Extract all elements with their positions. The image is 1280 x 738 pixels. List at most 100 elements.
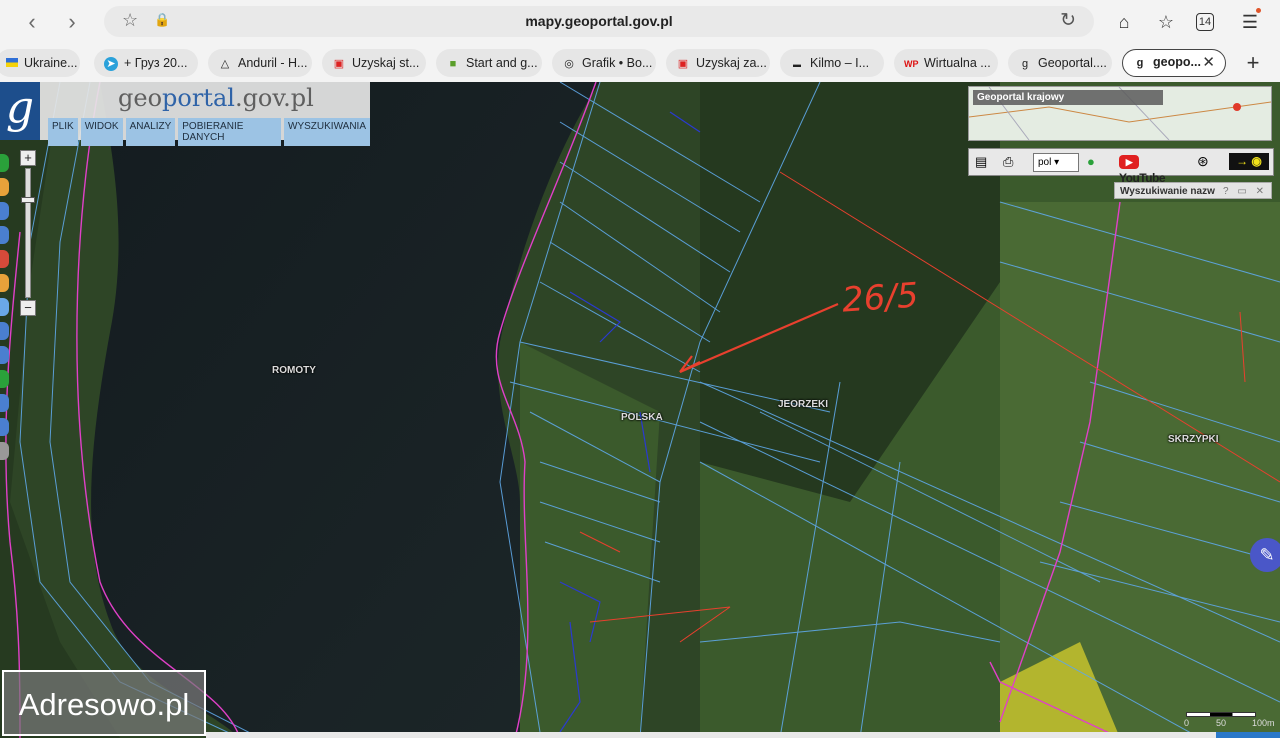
language-select[interactable]: pol ▾ — [1033, 153, 1079, 172]
move-tool-icon[interactable] — [0, 418, 9, 436]
tab-label: Ukraine... — [24, 56, 78, 70]
menu-plik[interactable]: PLIK — [48, 118, 78, 146]
menu-icon[interactable]: ☰ — [1238, 10, 1262, 34]
hand-tool-icon[interactable] — [0, 178, 9, 196]
high-contrast-button[interactable]: → ◉ — [1229, 153, 1269, 170]
anduril-icon: △ — [220, 58, 230, 70]
overview-map-label: Geoportal krajowy — [973, 90, 1163, 105]
url-text: mapy.geoportal.gov.pl — [525, 13, 673, 29]
tab-label: Uzyskaj za... — [696, 56, 767, 70]
scale-bar-graphic — [1186, 712, 1256, 717]
scale-label: 0 — [1184, 718, 1190, 728]
tab-9[interactable]: WP Wirtualna ... — [894, 49, 998, 77]
tab-4[interactable]: ▣ Uzyskaj st... — [322, 49, 426, 77]
marker-tool-icon[interactable] — [0, 250, 9, 268]
tab-label: Kilmo – I... — [810, 56, 870, 70]
tab-7[interactable]: ▣ Uzyskaj za... — [666, 49, 770, 77]
left-toolbar — [0, 154, 9, 466]
tab-2[interactable]: ➤ + Груз 20... — [94, 49, 198, 77]
forward-icon[interactable]: › — [58, 8, 86, 36]
arrow-tool-icon[interactable] — [0, 394, 9, 412]
tab-label: Wirtualna ... — [924, 56, 991, 70]
aerial-map-image — [0, 82, 1280, 738]
map-view[interactable]: g geoportal.gov.pl PLIK WIDOK ANALIZY PO… — [0, 82, 1280, 738]
zoom-slider-thumb[interactable] — [21, 197, 35, 203]
settings-tool-icon[interactable] — [0, 442, 9, 460]
tab-label: geopo... — [1153, 55, 1201, 69]
print-icon[interactable]: ⎙ — [1003, 153, 1021, 170]
legend-icon[interactable]: ▤ — [975, 153, 991, 170]
kilmo-icon: ▬ — [793, 60, 801, 69]
close-tab-icon[interactable]: ✕ — [1202, 50, 1215, 75]
tab-label: + Груз 20... — [124, 56, 188, 70]
tab-strip: Ukraine... ➤ + Груз 20... △ Anduril - H...… — [0, 44, 1280, 82]
youtube-play-icon: ▶ — [1119, 155, 1139, 169]
globe-tool-icon[interactable] — [0, 370, 9, 388]
tab-label: Grafik • Bo... — [582, 56, 653, 70]
tab-11-active[interactable]: ɡ geopo... ✕ — [1122, 49, 1226, 77]
accessibility-icon[interactable]: ⊛ — [1197, 153, 1215, 170]
zoom-in-tool-icon[interactable] — [0, 322, 9, 340]
geoportal-icon: ɡ — [1136, 57, 1144, 69]
overview-map[interactable]: Geoportal krajowy — [968, 86, 1272, 141]
layers-tool-icon[interactable] — [0, 202, 9, 220]
new-tab-icon[interactable]: + — [1240, 50, 1266, 76]
tab-1[interactable]: Ukraine... — [0, 49, 80, 77]
wp-icon: WP — [904, 59, 919, 69]
search-names-panel[interactable]: Wyszukiwanie nazw ? ▭ ✕ — [1114, 182, 1272, 199]
tab-label: Start and g... — [466, 56, 538, 70]
globe-icon: ◎ — [564, 58, 574, 70]
geoportal-menu: PLIK WIDOK ANALIZY POBIERANIE DANYCH WYS… — [48, 118, 370, 146]
measure-tool-icon[interactable] — [0, 298, 9, 316]
favorites-icon[interactable]: ☆ — [1154, 10, 1178, 34]
scale-label: 50 — [1216, 718, 1227, 728]
ukraine-flag-icon — [6, 58, 18, 67]
search-panel-controls[interactable]: ? ▭ ✕ — [1223, 183, 1267, 200]
pen-icon[interactable]: ✎ — [1250, 538, 1280, 572]
gov-crest-icon: ▣ — [333, 58, 345, 70]
zoom-in-button[interactable]: + — [20, 150, 36, 166]
bottom-strip — [206, 732, 1216, 738]
title-part: portal — [162, 84, 235, 112]
tab-10[interactable]: ɡ Geoportal.... — [1008, 49, 1112, 77]
geoportal-logo[interactable]: g — [0, 82, 40, 140]
tab-6[interactable]: ◎ Grafik • Bo... — [552, 49, 656, 77]
map-label-romoty: ROMOTY — [272, 365, 316, 376]
tab-label: Geoportal.... — [1038, 56, 1107, 70]
zoom-out-button[interactable]: − — [20, 300, 36, 316]
title-part: .gov.pl — [234, 84, 314, 112]
menu-wyszukiwania[interactable]: WYSZUKIWANIA — [284, 118, 370, 146]
title-part: geo — [118, 84, 163, 112]
adresowo-watermark: Adresowo.pl — [2, 670, 206, 736]
map-label-polska: POLSKA — [621, 412, 663, 423]
back-icon[interactable]: ‹ — [18, 8, 46, 36]
tab-5[interactable]: ■ Start and g... — [436, 49, 542, 77]
zoom-out-tool-icon[interactable] — [0, 346, 9, 364]
geoportal-header: g geoportal.gov.pl PLIK WIDOK ANALIZY PO… — [0, 82, 370, 146]
menu-analizy[interactable]: ANALIZY — [125, 118, 176, 146]
menu-pobieranie-danych[interactable]: POBIERANIE DANYCH — [178, 118, 282, 146]
reload-icon[interactable]: ↻ — [1060, 9, 1076, 32]
zoom-slider[interactable] — [21, 168, 35, 298]
search-panel-title: Wyszukiwanie nazw — [1120, 186, 1215, 197]
pencil-tool-icon[interactable] — [0, 274, 9, 292]
telegram-icon: ➤ — [104, 57, 118, 71]
notification-dot — [1256, 8, 1261, 13]
youtube-link[interactable]: ▶YouTube — [1119, 153, 1181, 185]
address-bar[interactable]: ☆ 🔒 mapy.geoportal.gov.pl ↻ — [104, 6, 1094, 37]
map-label-jeorzeki: JEORZEKI — [778, 399, 829, 410]
gov-crest-icon: ▣ — [677, 58, 689, 70]
scale-bar: 0 50 100m — [1180, 706, 1280, 732]
tab-3[interactable]: △ Anduril - H... — [208, 49, 312, 77]
map-label-skrzypki: SKRZYPKI — [1168, 434, 1219, 445]
map-tool-strip: ▤ ⎙ pol ▾ ● ▶YouTube ⊛ → ◉ — [968, 148, 1274, 185]
info-tool-icon[interactable] — [0, 154, 9, 172]
zoom-control: + − — [20, 150, 36, 316]
menu-widok[interactable]: WIDOK — [80, 118, 123, 146]
help-icon[interactable]: ● — [1087, 153, 1103, 170]
home-icon[interactable]: ⌂ — [1112, 10, 1136, 34]
tab-label: Anduril - H... — [238, 56, 308, 70]
tab-8[interactable]: ▬ Kilmo – I... — [780, 49, 884, 77]
tabs-count-icon[interactable]: 14 — [1196, 13, 1214, 31]
select-tool-icon[interactable] — [0, 226, 9, 244]
